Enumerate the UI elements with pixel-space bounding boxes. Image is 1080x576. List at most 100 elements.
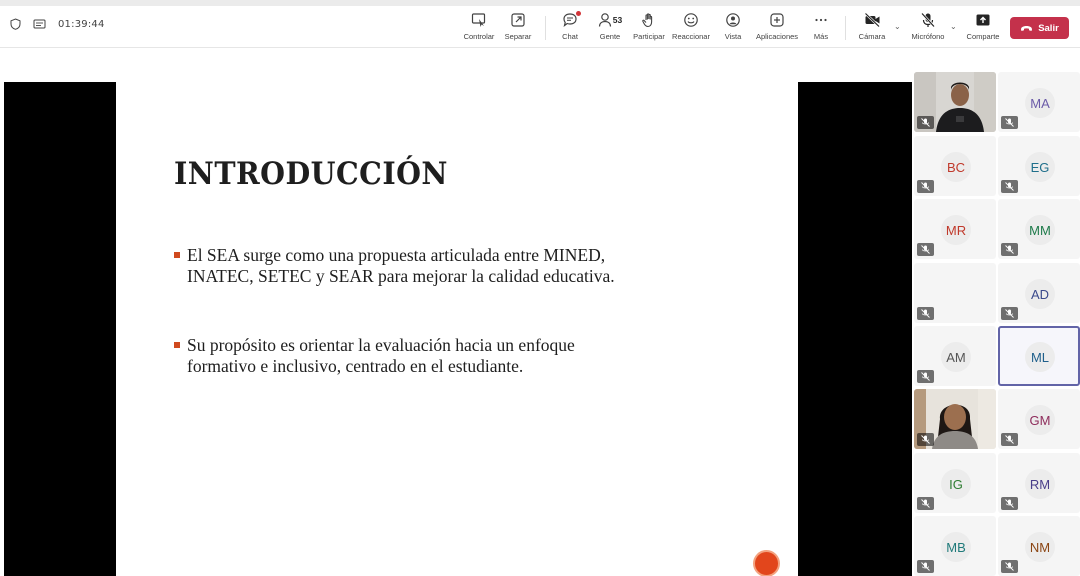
camera-label: Cámara xyxy=(858,32,886,41)
microphone-options-chevron-icon[interactable]: ⌄ xyxy=(950,22,957,31)
control-button[interactable]: Controlar xyxy=(457,10,501,44)
muted-microphone-icon xyxy=(1001,307,1018,320)
camera-off-icon xyxy=(864,12,880,28)
participant-tile[interactable]: IG xyxy=(914,453,996,513)
view-button[interactable]: Vista xyxy=(711,10,755,44)
participant-avatar: MM xyxy=(1025,215,1055,245)
bullet-line: formativo e inclusivo, centrado en el es… xyxy=(187,356,524,376)
meeting-toolbar: 01:39:44 Controlar Separar Chat 53 Gente… xyxy=(0,6,1080,48)
bullet-line: Su propósito es orientar la evaluación h… xyxy=(187,335,575,355)
more-icon xyxy=(815,18,827,22)
bullet-line: El SEA surge como una propuesta articula… xyxy=(187,245,606,265)
participant-avatar: AM xyxy=(941,342,971,372)
people-icon xyxy=(598,13,611,27)
react-label: Reaccionar xyxy=(672,32,710,41)
control-label: Controlar xyxy=(463,32,495,41)
muted-microphone-icon xyxy=(1001,497,1018,510)
toolbar-divider xyxy=(845,16,846,40)
more-label: Más xyxy=(813,32,829,41)
participant-avatar: IG xyxy=(941,469,971,499)
participant-tile[interactable]: AM xyxy=(914,326,996,386)
participant-avatar: NM xyxy=(1025,532,1055,562)
emoji-icon xyxy=(684,13,698,27)
raise-hand-button[interactable]: Participar xyxy=(627,10,671,44)
meeting-info: 01:39:44 xyxy=(10,18,105,30)
participant-tile[interactable]: BC xyxy=(914,136,996,196)
participant-tile[interactable]: NM xyxy=(998,516,1080,576)
participant-tile[interactable] xyxy=(914,72,996,132)
muted-microphone-icon xyxy=(1001,433,1018,446)
apps-label: Aplicaciones xyxy=(755,32,799,41)
people-count: 53 xyxy=(612,15,623,25)
popout-button[interactable]: Separar xyxy=(496,10,540,44)
muted-microphone-icon xyxy=(917,307,934,320)
chat-label: Chat xyxy=(562,32,578,41)
react-button[interactable]: Reaccionar xyxy=(669,10,713,44)
participant-tile[interactable]: GM xyxy=(998,389,1080,449)
shield-icon[interactable] xyxy=(10,18,21,30)
participant-tile[interactable]: MR xyxy=(914,199,996,259)
participant-avatar: EG xyxy=(1025,152,1055,182)
participant-tile[interactable]: EG xyxy=(998,136,1080,196)
participant-tile[interactable]: MA xyxy=(998,72,1080,132)
participants-grid: MA BC EG MR MM AD AM ML GM IG RM MB NM xyxy=(912,71,1080,576)
hand-icon xyxy=(642,13,653,28)
control-icon xyxy=(471,13,486,27)
share-label: Comparte xyxy=(966,32,1000,41)
microphone-label: Micrófono xyxy=(911,32,945,41)
participant-tile-selected[interactable]: ML xyxy=(998,326,1080,386)
participant-avatar: GM xyxy=(1025,405,1055,435)
participant-avatar: ML xyxy=(1025,342,1055,372)
muted-microphone-icon xyxy=(917,497,934,510)
raise-hand-label: Participar xyxy=(633,32,665,41)
camera-button[interactable]: Cámara xyxy=(850,10,894,44)
muted-microphone-icon xyxy=(1001,560,1018,573)
participant-tile[interactable]: AD xyxy=(998,263,1080,323)
participant-tile[interactable] xyxy=(914,389,996,449)
phone-hangup-icon xyxy=(1021,25,1033,31)
muted-microphone-icon xyxy=(917,370,934,383)
slide-logo-icon xyxy=(753,550,780,576)
meeting-timer: 01:39:44 xyxy=(58,18,105,30)
muted-microphone-icon xyxy=(917,560,934,573)
more-button[interactable]: Más xyxy=(799,10,843,44)
participant-avatar: MA xyxy=(1025,88,1055,118)
slide-bullet: El SEA surge como una propuesta articula… xyxy=(174,245,774,287)
leave-label: Salir xyxy=(1038,22,1059,34)
participant-tile[interactable] xyxy=(914,263,996,323)
microphone-button[interactable]: Micrófono xyxy=(906,10,950,44)
participant-avatar: RM xyxy=(1025,469,1055,499)
chat-button[interactable]: Chat xyxy=(548,10,592,44)
slide-bullet: Su propósito es orientar la evaluación h… xyxy=(174,335,774,377)
share-icon xyxy=(976,14,990,26)
camera-options-chevron-icon[interactable]: ⌄ xyxy=(894,22,901,31)
people-button[interactable]: 53 Gente xyxy=(588,10,632,44)
leave-button[interactable]: Salir xyxy=(1010,17,1069,39)
participant-tile[interactable]: MB xyxy=(914,516,996,576)
notes-icon[interactable] xyxy=(33,19,46,30)
participant-tile[interactable]: RM xyxy=(998,453,1080,513)
share-button[interactable]: Comparte xyxy=(961,10,1005,44)
bullet-line: INATEC, SETEC y SEAR para mejorar la cal… xyxy=(187,266,615,286)
view-icon xyxy=(726,13,740,27)
muted-microphone-icon xyxy=(1001,243,1018,256)
participant-avatar: MB xyxy=(941,532,971,562)
bullet-text: El SEA surge como una propuesta articula… xyxy=(187,245,615,287)
muted-microphone-icon xyxy=(1001,116,1018,129)
presentation-slide: INTRODUCCIÓN El SEA surge como una propu… xyxy=(116,82,798,576)
popout-icon xyxy=(511,13,525,27)
bullet-text: Su propósito es orientar la evaluación h… xyxy=(187,335,575,377)
apps-add-icon xyxy=(770,13,784,27)
chat-unread-dot xyxy=(576,11,581,16)
participant-avatar: MR xyxy=(941,215,971,245)
popout-label: Separar xyxy=(504,32,532,41)
toolbar-divider xyxy=(545,16,546,40)
participant-tile[interactable]: MM xyxy=(998,199,1080,259)
apps-button[interactable]: Aplicaciones xyxy=(755,10,799,44)
slide-title: INTRODUCCIÓN xyxy=(174,156,448,192)
view-label: Vista xyxy=(724,32,742,41)
slide-bullet-list: El SEA surge como una propuesta articula… xyxy=(174,245,774,425)
muted-microphone-icon xyxy=(917,433,934,446)
muted-microphone-icon xyxy=(1001,180,1018,193)
muted-microphone-icon xyxy=(917,116,934,129)
